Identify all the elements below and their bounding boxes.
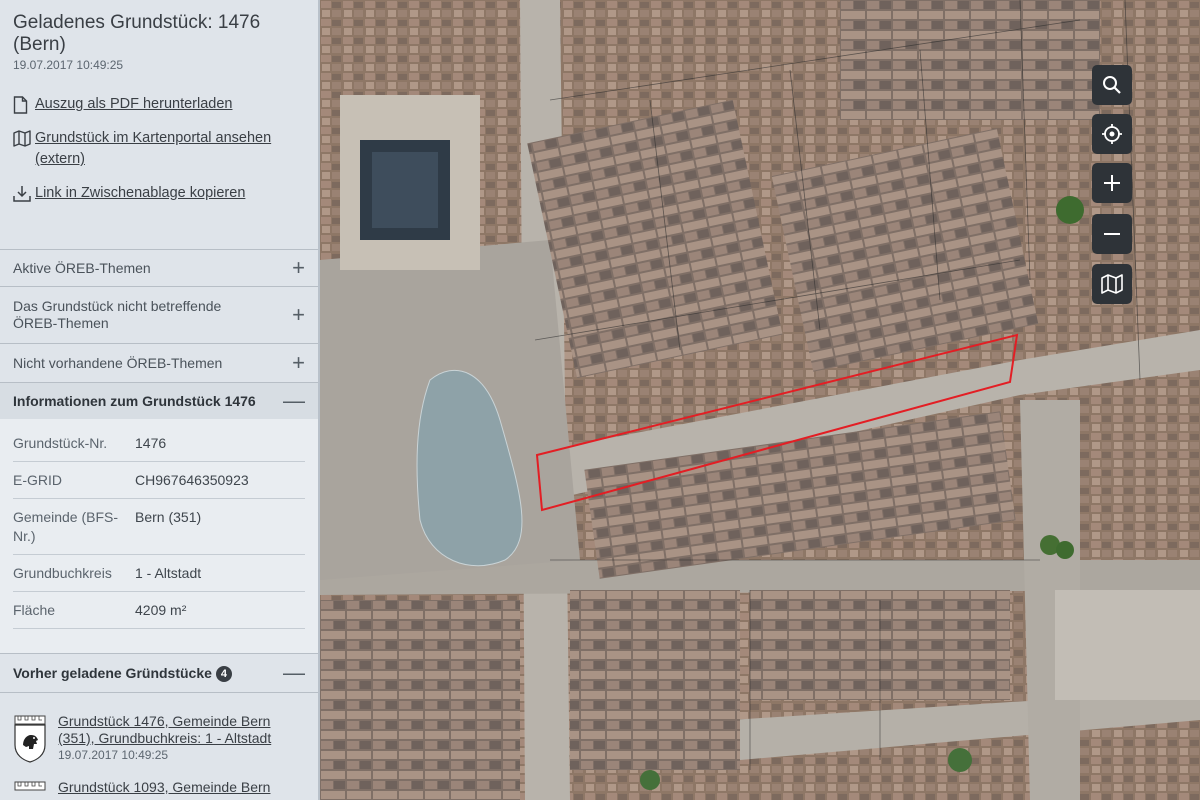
zoom-in-button[interactable] — [1092, 163, 1132, 203]
section-label: Informationen zum Grundstück 1476 — [13, 393, 256, 409]
pdf-download-action[interactable]: Auszug als PDF herunterladen — [13, 94, 305, 115]
map-view[interactable] — [320, 0, 1200, 800]
aerial-map[interactable] — [320, 0, 1200, 800]
bern-crest-icon — [13, 779, 47, 800]
portal-action[interactable]: Grundstück im Kartenportal ansehen (exte… — [13, 128, 305, 170]
page-title: Geladenes Grundstück: 1476 (Bern) — [13, 12, 261, 55]
layers-button[interactable] — [1092, 264, 1132, 304]
portal-link[interactable]: Grundstück im Kartenportal ansehen (exte… — [35, 128, 305, 170]
layers-map-icon — [1101, 274, 1123, 294]
load-timestamp: 19.07.2017 10:49:25 — [13, 58, 124, 72]
section-label: Nicht vorhandene ÖREB-Themen — [13, 355, 223, 371]
section-label: Vorher geladene Gründstücke — [13, 664, 212, 681]
zoom-in-icon — [1102, 173, 1122, 193]
section-not-concerning-themes[interactable]: Das Grundstück nicht betreffende ÖREB-Th… — [0, 286, 318, 343]
map-icon — [13, 128, 35, 149]
section-not-available-themes[interactable]: Nicht vorhandene ÖREB-Themen + — [0, 343, 318, 382]
document-icon — [13, 94, 35, 115]
previous-parcel-link[interactable]: Grundstück 1476, Gemeinde Bern (351), Gr… — [58, 713, 271, 746]
section-parcel-info[interactable]: Informationen zum Grundstück 1476 — — [0, 382, 318, 419]
copy-link-action[interactable]: Link in Zwischenablage kopieren — [13, 183, 305, 204]
section-label: Das Grundstück nicht betreffende ÖREB-Th… — [13, 298, 222, 331]
info-row: E-GRID CH967646350923 — [13, 462, 305, 499]
zoom-out-button[interactable] — [1092, 214, 1132, 254]
info-row: Gemeinde (BFS-Nr.) Bern (351) — [13, 499, 305, 555]
bern-crest-icon — [13, 713, 47, 763]
locate-button[interactable] — [1092, 114, 1132, 154]
previous-parcel-link[interactable]: Grundstück 1093, Gemeinde Bern — [58, 779, 270, 795]
info-row: Grundstück-Nr. 1476 — [13, 425, 305, 462]
download-icon — [13, 183, 35, 204]
parcel-info-table: Grundstück-Nr. 1476 E-GRID CH96764635092… — [0, 419, 318, 653]
list-item[interactable]: Grundstück 1476, Gemeinde Bern (351), Gr… — [0, 713, 318, 763]
section-previous-parcels[interactable]: Vorher geladene Gründstücke 4 — — [0, 653, 318, 693]
pdf-download-link[interactable]: Auszug als PDF herunterladen — [35, 94, 232, 115]
expand-icon[interactable]: + — [292, 257, 305, 279]
info-row: Grundbuchkreis 1 - Altstadt — [13, 555, 305, 592]
section-active-themes[interactable]: Aktive ÖREB-Themen + — [0, 249, 318, 286]
collapse-icon[interactable]: — — [283, 390, 305, 412]
zoom-out-icon — [1102, 224, 1122, 244]
section-label: Aktive ÖREB-Themen — [13, 260, 151, 276]
expand-icon[interactable]: + — [292, 352, 305, 374]
count-badge: 4 — [215, 665, 232, 682]
sidebar: Geladenes Grundstück: 1476 (Bern) 19.07.… — [0, 0, 320, 800]
collapse-icon[interactable]: — — [283, 662, 305, 684]
search-icon — [1102, 75, 1122, 95]
list-item[interactable]: Grundstück 1093, Gemeinde Bern — [0, 779, 318, 800]
search-button[interactable] — [1092, 65, 1132, 105]
locate-icon — [1101, 123, 1123, 145]
list-item-timestamp: 19.07.2017 10:49:25 — [58, 748, 169, 762]
copy-link[interactable]: Link in Zwischenablage kopieren — [35, 183, 245, 204]
info-row: Fläche 4209 m² — [13, 592, 305, 629]
expand-icon[interactable]: + — [292, 304, 305, 326]
